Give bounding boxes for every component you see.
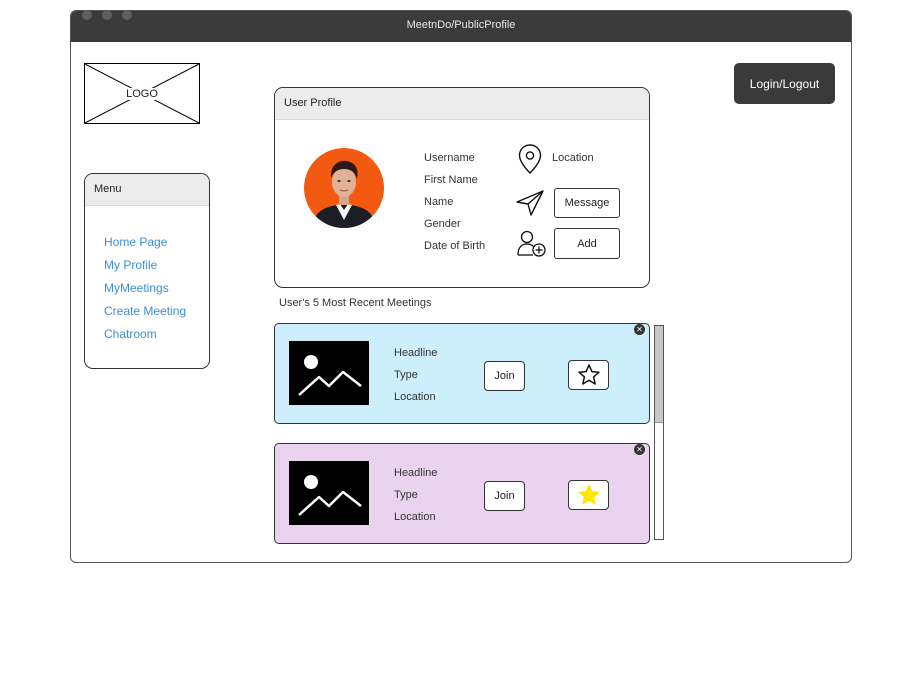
star-outline-icon: [577, 364, 600, 385]
meeting-headline: Headline: [394, 467, 438, 479]
window-title: MeetnDo/PublicProfile: [406, 19, 516, 31]
add-button[interactable]: Add: [554, 228, 620, 259]
field-username: Username: [424, 152, 475, 164]
image-placeholder-icon: [289, 461, 369, 525]
menu-title: Menu: [85, 174, 209, 206]
favorite-button[interactable]: [568, 480, 609, 510]
field-first-name: First Name: [424, 174, 478, 186]
field-gender: Gender: [424, 218, 461, 230]
menu-item-my-meetings[interactable]: MyMeetings: [104, 281, 169, 295]
menu-item-chatroom[interactable]: Chatroom: [104, 327, 157, 341]
person-photo: [312, 160, 376, 228]
send-icon: [516, 190, 544, 216]
login-logout-button[interactable]: Login/Logout: [734, 63, 835, 104]
field-name: Name: [424, 196, 454, 208]
join-button[interactable]: Join: [484, 361, 525, 391]
meeting-type: Type: [394, 369, 418, 381]
image-placeholder-icon: [289, 341, 369, 405]
star-filled-icon: [578, 484, 599, 505]
favorite-button[interactable]: [568, 360, 609, 390]
meeting-location: Location: [394, 511, 436, 523]
meetings-scrollbar[interactable]: [654, 325, 664, 540]
recent-meetings-title: User's 5 Most Recent Meetings: [279, 297, 432, 309]
logo-label: LOGO: [125, 87, 159, 100]
location-label: Location: [552, 152, 594, 164]
close-meeting-icon[interactable]: ✕: [634, 324, 645, 335]
menu-item-my-profile[interactable]: My Profile: [104, 258, 157, 272]
menu-item-create-meeting[interactable]: Create Meeting: [104, 304, 186, 318]
field-date-of-birth: Date of Birth: [424, 240, 486, 252]
message-button[interactable]: Message: [554, 188, 620, 218]
join-button[interactable]: Join: [484, 481, 525, 511]
meeting-type: Type: [394, 489, 418, 501]
location-pin-icon: [518, 144, 542, 174]
user-profile-title: User Profile: [275, 88, 649, 120]
meeting-location: Location: [394, 391, 436, 403]
close-meeting-icon[interactable]: ✕: [634, 444, 645, 455]
add-user-icon: [517, 230, 546, 257]
avatar: [304, 148, 384, 228]
menu-panel: Menu Home Page My Profile MyMeetings Cre…: [84, 173, 210, 369]
scrollbar-thumb[interactable]: [655, 326, 663, 423]
meeting-headline: Headline: [394, 347, 438, 359]
menu-item-home-page[interactable]: Home Page: [104, 235, 167, 249]
logo-placeholder: LOGO: [84, 63, 200, 124]
